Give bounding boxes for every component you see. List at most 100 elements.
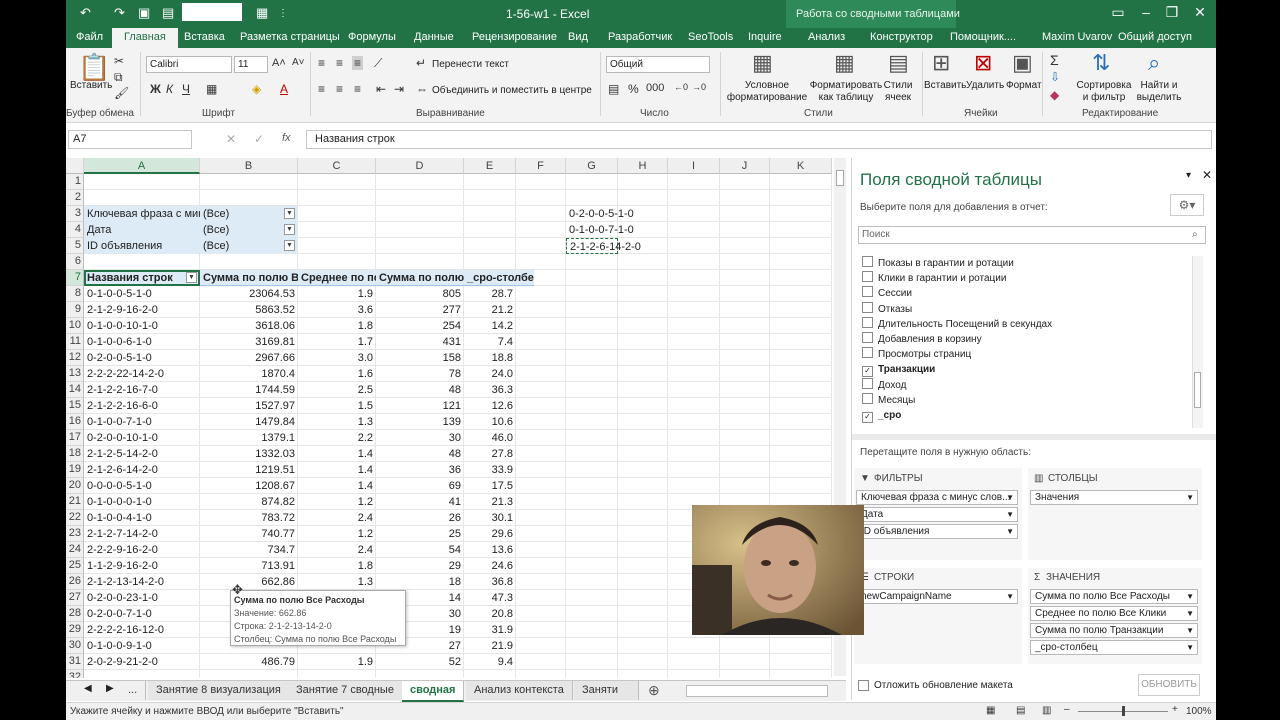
chevron-down-icon[interactable]: ▼	[1006, 525, 1014, 538]
paste-icon[interactable]: 📋	[78, 52, 110, 83]
pivot-field-item[interactable]: Отказы	[862, 301, 912, 317]
value-cell[interactable]: 1208.67	[200, 478, 298, 494]
filter-dropdown-icon[interactable]: ▼	[284, 240, 295, 251]
cell-styles-button[interactable]: Стили ячеек	[880, 80, 916, 104]
customize-icon[interactable]: ⋮	[278, 8, 288, 19]
align-right-icon[interactable]: ≡	[354, 82, 361, 96]
row-label-cell[interactable]: 2-1-2-2-16-7-0	[84, 382, 200, 398]
format-painter-icon[interactable]: 🖌	[114, 86, 129, 100]
filter-dropdown-icon[interactable]: ▼	[284, 224, 295, 235]
insert-function-button[interactable]: fx	[282, 132, 291, 144]
value-cell[interactable]: 1870.4	[200, 366, 298, 382]
row-label-cell[interactable]: 0-2-0-0-7-1-0	[84, 606, 200, 622]
filter-field[interactable]: Ключевая фраза с минус слов... ▼	[856, 490, 1018, 505]
scroll-thumb[interactable]	[836, 170, 844, 186]
value-cell[interactable]: 1379.1	[200, 430, 298, 446]
grow-font-icon[interactable]: A˄	[272, 57, 286, 69]
row-label-cell[interactable]: 0-1-0-0-9-1-0	[84, 638, 200, 654]
paste-label[interactable]: Вставить	[70, 80, 112, 92]
filter-field[interactable]: Дата ▼	[856, 507, 1018, 522]
column-header[interactable]: B	[200, 158, 298, 174]
value-cell[interactable]: 1219.51	[200, 462, 298, 478]
row-label-cell[interactable]: 1-1-2-9-16-2-0	[84, 558, 200, 574]
clear-icon[interactable]: ◆	[1050, 88, 1059, 102]
row-header[interactable]: 21	[66, 494, 84, 510]
tab-analyze[interactable]: Анализ	[808, 31, 845, 43]
filter-label-cell[interactable]: Ключевая фраза с мин	[84, 206, 200, 222]
delete-cells-icon[interactable]: ⊠	[974, 50, 992, 76]
value-cell[interactable]: 24.6	[464, 558, 516, 574]
row-header[interactable]: 18	[66, 446, 84, 462]
normal-view-icon[interactable]: ▦	[986, 705, 995, 716]
sheet-tab[interactable]: Занятие 7 сводные	[288, 681, 403, 700]
row-label-cell[interactable]: 2-1-2-13-14-2-0	[84, 574, 200, 590]
value-cell[interactable]: 254	[376, 318, 464, 334]
update-button[interactable]: ОБНОВИТЬ	[1138, 674, 1200, 696]
pane-close-icon[interactable]: ✕	[1202, 168, 1212, 182]
tab-tell-me[interactable]: Помощник....	[950, 31, 1016, 43]
value-cell[interactable]: 1.9	[298, 654, 376, 670]
row-label-cell[interactable]: 2-2-2-2-16-12-0	[84, 622, 200, 638]
chevron-down-icon[interactable]: ▼	[1006, 491, 1014, 504]
format-as-table-icon[interactable]: ▦	[834, 50, 855, 76]
row-label-cell[interactable]: 2-1-2-9-16-2-0	[84, 302, 200, 318]
tab-insert[interactable]: Вставка	[184, 31, 225, 43]
align-bottom-icon[interactable]: ≡	[352, 56, 364, 70]
value-cell[interactable]: 3169.81	[200, 334, 298, 350]
value-cell[interactable]: 13.6	[464, 542, 516, 558]
value-cell[interactable]: 3618.06	[200, 318, 298, 334]
value-cell[interactable]: 277	[376, 302, 464, 318]
value-cell[interactable]: 1332.03	[200, 446, 298, 462]
value-cell[interactable]: 5863.52	[200, 302, 298, 318]
row-label-filter-icon[interactable]: ▼	[186, 272, 197, 283]
field-list-scrollbar[interactable]	[1192, 256, 1203, 428]
field-checkbox[interactable]	[862, 271, 873, 283]
value-cell[interactable]: 7.4	[464, 334, 516, 350]
pivot-header-cell[interactable]: _cpo-столбец	[464, 270, 534, 286]
row-label-cell[interactable]: 0-2-0-0-10-1-0	[84, 430, 200, 446]
field-checkbox[interactable]	[862, 377, 873, 389]
value-cell[interactable]: 23064.53	[200, 286, 298, 302]
currency-icon[interactable]: ▤	[608, 82, 619, 96]
value-cell[interactable]: 17.5	[464, 478, 516, 494]
align-middle-icon[interactable]: ≡	[336, 56, 343, 70]
select-all-corner[interactable]	[66, 158, 84, 174]
formula-input[interactable]: Названия строк	[306, 130, 1212, 149]
value-cell[interactable]: 46.0	[464, 430, 516, 446]
fill-icon[interactable]: ⇩	[1050, 70, 1060, 84]
value-cell[interactable]: 2.4	[298, 542, 376, 558]
column-header[interactable]: I	[668, 158, 720, 174]
save-icon[interactable]: ▦	[256, 5, 268, 21]
copy-icon[interactable]: ⧉	[114, 70, 123, 85]
value-cell[interactable]: 2.5	[298, 382, 376, 398]
value-cell[interactable]: 10.6	[464, 414, 516, 430]
merge-center-button[interactable]: Объединить и поместить в центре	[432, 85, 592, 97]
tab-file[interactable]: Файл	[76, 31, 103, 43]
undo-icon[interactable]: ↶	[80, 5, 91, 21]
column-header[interactable]: G	[566, 158, 618, 174]
merge-icon[interactable]: ⇔	[416, 82, 428, 96]
find-select-icon[interactable]: ⌕	[1148, 50, 1160, 76]
borders-icon[interactable]: ▦	[206, 82, 217, 96]
decrease-decimal-icon[interactable]: →0	[692, 82, 706, 92]
column-header[interactable]: A	[84, 158, 200, 174]
value-cell[interactable]: 14.2	[464, 318, 516, 334]
orientation-icon[interactable]: ⟋	[374, 56, 382, 71]
sheet-tab-more[interactable]: ...	[120, 681, 147, 700]
row-header[interactable]: 17	[66, 430, 84, 446]
field-list-thumb[interactable]	[1194, 372, 1201, 408]
font-name-select[interactable]: Calibri	[146, 56, 232, 73]
column-header[interactable]: J	[720, 158, 770, 174]
chevron-down-icon[interactable]: ▼	[1186, 590, 1194, 603]
chevron-down-icon[interactable]: ▼	[1186, 491, 1194, 504]
row-field[interactable]: newCampaignName ▼	[856, 589, 1018, 604]
side-value-cell[interactable]: 2-1-2-6-14-2-0	[566, 238, 641, 254]
insert-cells-button[interactable]: Вставить	[924, 80, 966, 92]
value-cell[interactable]: 486.79	[200, 654, 298, 670]
row-label-cell[interactable]: 0-1-0-0-5-1-0	[84, 286, 200, 302]
value-cell[interactable]: 783.72	[200, 510, 298, 526]
page-layout-icon[interactable]: ▤	[1016, 705, 1025, 716]
value-cell[interactable]: 139	[376, 414, 464, 430]
row-header[interactable]: 3	[66, 206, 84, 222]
value-cell[interactable]: 1744.59	[200, 382, 298, 398]
